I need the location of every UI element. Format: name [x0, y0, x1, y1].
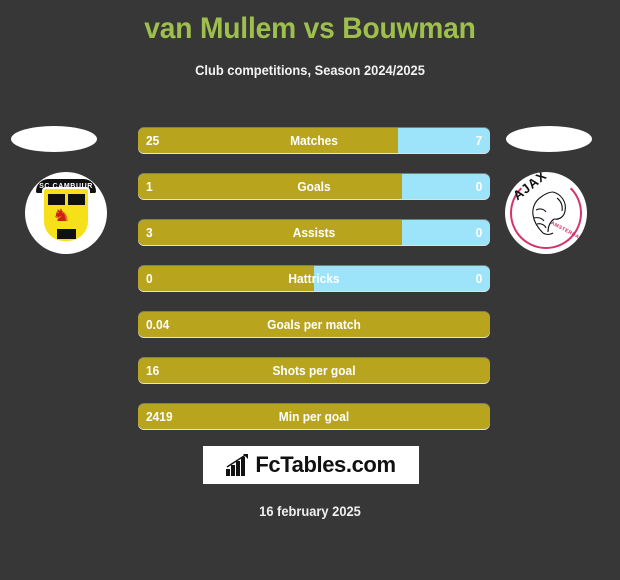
cambuur-shield: ♞ [42, 187, 90, 243]
stats-bar-list: 25 Matches 7 1 Goals 0 3 Assists 0 0 Hattricks 0 0.0… [138, 128, 490, 450]
generation-date: 16 february 2025 [259, 503, 361, 519]
stat-label: Goals per match [267, 317, 361, 332]
stat-bar: 16 Shots per goal [138, 358, 490, 383]
stat-bar: 0 Hattricks 0 [138, 266, 490, 291]
stat-away-value: 0 [475, 225, 482, 240]
page-subtitle: Club competitions, Season 2024/2025 [195, 62, 425, 78]
stat-away-value: 0 [475, 271, 482, 286]
stat-bar: 0.04 Goals per match [138, 312, 490, 337]
home-team-badge: SC CAMBUUR ♞ [25, 172, 107, 254]
stat-away-value: 7 [475, 133, 482, 148]
cambuur-block-top-right [68, 194, 85, 205]
fctables-logo-text: FcTables.com [255, 452, 396, 477]
stat-label: Goals [297, 179, 331, 194]
page-title: van Mullem vs Bouwman [144, 12, 476, 45]
stat-bar: 1 Goals 0 [138, 174, 490, 199]
stat-comparison-page: van Mullem vs Bouwman Club competitions,… [0, 0, 620, 580]
stat-label: Matches [290, 133, 338, 148]
away-team-badge: AJAX AMSTERDAM [505, 172, 587, 254]
stat-label: Hattricks [288, 271, 340, 286]
fctables-logo[interactable]: FcTables.com [203, 446, 419, 484]
stat-bar: 3 Assists 0 [138, 220, 490, 245]
cambuur-horse-icon: ♞ [52, 206, 72, 225]
bar-chart-icon [226, 454, 249, 476]
home-player-photo-oval [11, 126, 97, 152]
stat-label: Min per goal [278, 409, 350, 424]
cambuur-block-bottom [57, 229, 76, 239]
stat-away-value: 0 [475, 179, 482, 194]
stat-bar: 2419 Min per goal [138, 404, 490, 429]
stat-label: Shots per goal [272, 363, 356, 378]
cambuur-block-top-left [48, 194, 65, 205]
cambuur-crest-icon: SC CAMBUUR ♞ [25, 172, 107, 254]
stat-label: Assists [292, 225, 336, 240]
stat-bar: 25 Matches 7 [138, 128, 490, 153]
away-player-photo-oval [506, 126, 592, 152]
